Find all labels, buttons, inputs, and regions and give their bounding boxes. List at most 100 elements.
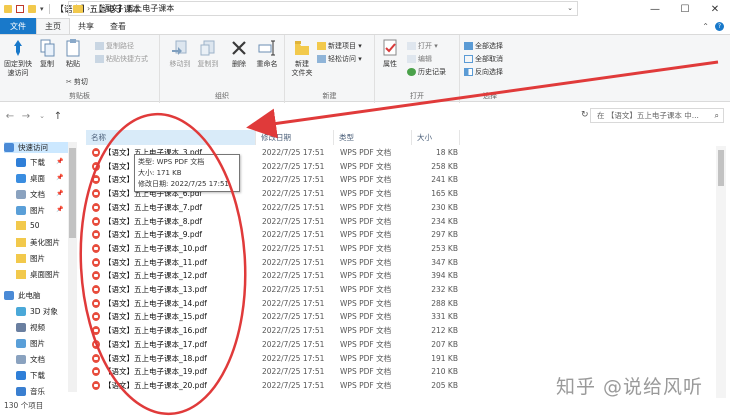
file-name-text: 【语文】五上电子课本_12.pdf — [104, 271, 207, 281]
delete-button[interactable]: 删除 — [228, 38, 250, 69]
file-list-scrollbar[interactable] — [716, 146, 726, 398]
nav-item[interactable]: 此电脑 — [4, 290, 41, 301]
nav-scrollbar[interactable] — [68, 142, 77, 392]
search-input[interactable]: 在 【语文】五上电子课本 中... ⌕ — [590, 108, 724, 123]
file-size: 232 KB — [431, 285, 458, 294]
nav-item[interactable]: 图片 — [16, 205, 45, 216]
edit-button[interactable]: 编辑 — [407, 54, 432, 64]
column-date[interactable]: 修改日期 — [256, 130, 334, 145]
nav-item[interactable]: 视频 — [16, 322, 45, 333]
nav-item[interactable]: 图片 — [16, 253, 45, 264]
file-name-text: 【语文】五上电子课本_7.pdf — [104, 202, 203, 212]
nav-scrollbar-thumb[interactable] — [69, 148, 76, 238]
file-row[interactable]: 【语文】五上电子课本_8.pdf 2022/7/25 17:51 WPS PDF 文… — [86, 215, 716, 228]
nav-item[interactable]: 桌面图片 — [16, 269, 60, 280]
pin-icon[interactable]: 📌 — [56, 206, 63, 213]
copy-button[interactable]: 复制 — [36, 38, 58, 69]
file-size: 394 KB — [431, 271, 458, 281]
properties-icon[interactable] — [16, 5, 24, 13]
nav-item[interactable]: 50 — [16, 221, 40, 230]
rename-button[interactable]: 重命名 — [254, 38, 280, 69]
file-row[interactable]: 【语文】五上电子课本_11.pdf 2022/7/25 17:51 WPS PDF … — [86, 256, 716, 269]
collapse-ribbon-icon[interactable]: ⌃ — [702, 22, 709, 31]
pin-icon[interactable]: 📌 — [56, 174, 63, 181]
computer-icon — [4, 291, 14, 300]
properties-button[interactable]: 属性 — [379, 38, 401, 69]
address-bar[interactable]: › 【语文】五上电子课本 ⌄ — [68, 1, 578, 16]
new-folder-button[interactable]: 新建 文件夹 — [287, 38, 317, 78]
watermark: 知乎 @说给风听 — [556, 376, 704, 398]
nav-item-label: 此电脑 — [18, 291, 41, 300]
copy-to-button[interactable]: 复制到 — [194, 38, 222, 69]
copy-to-label: 复制到 — [197, 60, 219, 68]
refresh-icon[interactable]: ↻ — [581, 110, 589, 120]
pin-icon[interactable]: 📌 — [56, 190, 63, 197]
cube-icon — [16, 307, 26, 316]
copy-path-button[interactable]: 复制路径 — [95, 41, 134, 51]
file-name: 【语文】五上电子课本_11.pdf — [86, 257, 256, 268]
nav-item[interactable]: 文档 — [16, 354, 45, 365]
column-size[interactable]: 大小 — [412, 130, 460, 145]
rename-label: 重命名 — [256, 60, 278, 68]
file-row[interactable]: 【语文】五上电子课本_14.pdf 2022/7/25 17:51 WPS PDF … — [86, 297, 716, 310]
paste-button[interactable]: 粘贴 — [62, 38, 84, 69]
file-row[interactable]: 【语文】五上电子课本_15.pdf 2022/7/25 17:51 WPS PDF … — [86, 310, 716, 323]
up-arrow-icon[interactable]: ↑ — [52, 111, 64, 122]
address-dropdown-icon[interactable]: ⌄ — [567, 4, 573, 12]
file-row[interactable]: 【语文】五上电子课本_16.pdf 2022/7/25 17:51 WPS PDF … — [86, 324, 716, 337]
breadcrumb-path[interactable]: 【语文】五上电子课本 — [94, 3, 174, 14]
nav-item[interactable]: 3D 对象 — [16, 306, 58, 317]
nav-item[interactable]: 美化图片 — [16, 237, 60, 248]
open-button[interactable]: 打开 ▾ — [407, 41, 438, 51]
paste-shortcut-button[interactable]: 粘贴快捷方式 — [95, 54, 148, 64]
column-type[interactable]: 类型 — [334, 130, 412, 145]
column-name[interactable]: 名称 — [86, 130, 256, 145]
back-arrow-icon[interactable]: ← — [4, 111, 16, 122]
tab-view[interactable]: 查看 — [102, 18, 134, 34]
file-row[interactable]: 【语文】五上电子课本_18.pdf 2022/7/25 17:51 WPS PDF … — [86, 352, 716, 365]
minimize-button[interactable]: — — [640, 0, 670, 18]
pin-icon[interactable]: 📌 — [56, 158, 63, 165]
file-type: WPS PDF 文档 — [340, 243, 392, 253]
file-row[interactable]: 【语文】五上电子课本_12.pdf 2022/7/25 17:51 WPS PDF … — [86, 269, 716, 282]
file-date: 2022/7/25 17:51 — [262, 175, 325, 185]
quick-access-dropdown-icon[interactable]: ▾ — [40, 5, 44, 13]
breadcrumb-chevron-icon[interactable]: › — [87, 4, 90, 13]
new-item-button[interactable]: 新建项目 ▾ — [317, 41, 362, 51]
file-row[interactable]: 【语文】五上电子课本_9.pdf 2022/7/25 17:51 WPS PDF 文… — [86, 228, 716, 241]
invert-selection-button[interactable]: 反向选择 — [464, 67, 503, 77]
tab-share[interactable]: 共享 — [70, 18, 102, 34]
recent-dropdown-icon[interactable]: ⌄ — [36, 112, 48, 120]
easy-access-button[interactable]: 轻松访问 ▾ — [317, 54, 362, 64]
nav-item[interactable]: 桌面 — [16, 173, 45, 184]
select-none-button[interactable]: 全部取消 — [464, 54, 503, 64]
history-button[interactable]: 历史记录 — [407, 67, 446, 77]
nav-item[interactable]: 下载 — [16, 157, 45, 168]
nav-item[interactable]: 图片 — [16, 338, 45, 349]
nav-item[interactable]: 文档 — [16, 189, 45, 200]
forward-arrow-icon[interactable]: → — [20, 111, 32, 122]
edit-icon — [407, 55, 416, 63]
search-icon[interactable]: ⌕ — [715, 111, 719, 121]
new-folder-icon[interactable] — [28, 5, 36, 13]
cut-button[interactable]: ✂ 剪切 — [66, 77, 88, 87]
pin-quick-access-button[interactable]: 固定到快 速访问 — [2, 38, 34, 78]
file-row[interactable]: 【语文】五上电子课本_13.pdf 2022/7/25 17:51 WPS PDF … — [86, 283, 716, 296]
file-row[interactable]: 【语文】五上电子课本_7.pdf 2022/7/25 17:51 WPS PDF 文… — [86, 201, 716, 214]
file-row[interactable]: 【语文】五上电子课本_17.pdf 2022/7/25 17:51 WPS PDF … — [86, 338, 716, 351]
file-list-scrollbar-thumb[interactable] — [718, 150, 724, 186]
nav-item-label: 音乐 — [30, 387, 45, 396]
nav-item[interactable]: 快速访问 — [4, 142, 68, 153]
file-row[interactable]: 【语文】五上电子课本_10.pdf 2022/7/25 17:51 WPS PDF … — [86, 242, 716, 255]
rename-icon — [258, 40, 275, 56]
maximize-button[interactable]: ☐ — [670, 0, 700, 18]
select-all-button[interactable]: 全部选择 — [464, 41, 503, 51]
move-to-button[interactable]: 移动到 — [166, 38, 194, 69]
help-icon[interactable]: ? — [715, 21, 724, 31]
nav-item[interactable]: 音乐 — [16, 386, 45, 397]
column-header: 名称 修改日期 类型 大小 — [86, 130, 726, 145]
close-button[interactable]: ✕ — [700, 0, 730, 18]
nav-item[interactable]: 下载 — [16, 370, 45, 381]
tab-home[interactable]: 主页 — [36, 18, 70, 34]
tab-file[interactable]: 文件 — [0, 18, 36, 34]
